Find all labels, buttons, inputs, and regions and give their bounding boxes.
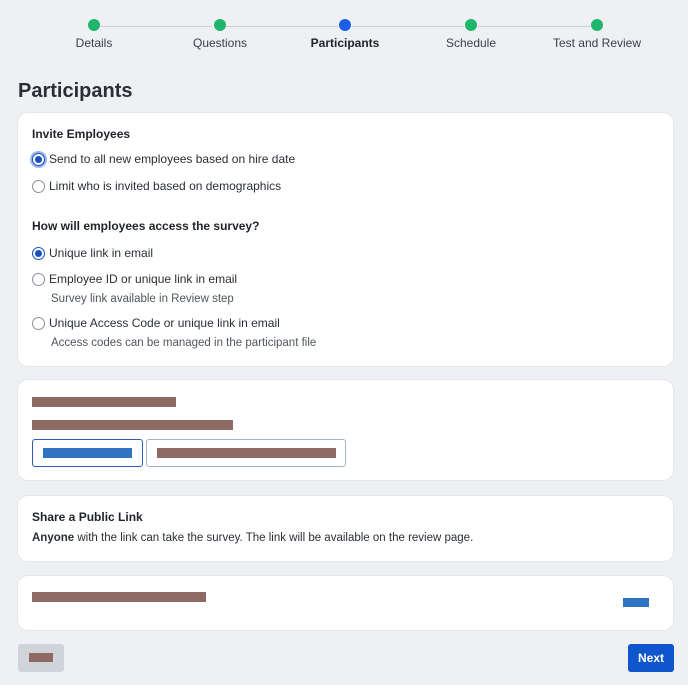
- next-button[interactable]: Next: [628, 644, 674, 672]
- redacted-label: [32, 592, 206, 602]
- radio-label: Send to all new employees based on hire …: [49, 152, 296, 166]
- step-participants[interactable]: Participants: [285, 18, 405, 50]
- redacted-button-label: [157, 448, 336, 458]
- redacted-description: [32, 420, 233, 430]
- redacted-secondary-button[interactable]: [146, 439, 346, 467]
- radio-checked-icon[interactable]: [32, 246, 45, 260]
- radio-unchecked-icon[interactable]: [32, 179, 45, 193]
- radio-label: Limit who is invited based on demographi…: [49, 179, 282, 193]
- invite-settings-card: Invite Employees Send to all new employe…: [18, 113, 673, 366]
- radio-unchecked-icon[interactable]: [32, 272, 45, 286]
- access-option-access-code[interactable]: Unique Access Code or unique link in ema…: [32, 316, 280, 330]
- invite-employees-heading: Invite Employees: [32, 127, 131, 141]
- access-option-note: Access codes can be managed in the parti…: [51, 337, 317, 349]
- redacted-button-label: [43, 448, 132, 458]
- share-emphasis: Anyone: [32, 532, 75, 544]
- step-current-icon: [339, 19, 351, 31]
- step-complete-icon: [88, 19, 100, 31]
- step-test-and-review[interactable]: Test and Review: [537, 18, 657, 50]
- step-complete-icon: [465, 19, 477, 31]
- access-option-employee-id[interactable]: Employee ID or unique link in email: [32, 272, 237, 286]
- step-complete-icon: [591, 19, 603, 31]
- step-complete-icon: [214, 19, 226, 31]
- radio-checked-icon[interactable]: [32, 152, 45, 166]
- share-public-link-heading: Share a Public Link: [32, 510, 143, 524]
- invite-option-demographics[interactable]: Limit who is invited based on demographi…: [32, 179, 281, 193]
- redacted-section-card: [18, 380, 673, 480]
- step-label: Questions: [192, 36, 248, 50]
- step-label: Participants: [310, 36, 380, 50]
- access-option-unique-link[interactable]: Unique link in email: [32, 246, 153, 260]
- step-questions[interactable]: Questions: [160, 18, 280, 50]
- radio-unchecked-icon[interactable]: [32, 316, 45, 330]
- radio-label: Unique Access Code or unique link in ema…: [49, 316, 280, 330]
- page-title: Participants: [18, 80, 133, 102]
- share-public-link-card: Share a Public Link Anyone with the link…: [18, 496, 673, 561]
- progress-stepper: Details Questions Participants Schedule …: [0, 0, 688, 60]
- step-details[interactable]: Details: [34, 18, 154, 50]
- redacted-row-card: [18, 576, 673, 630]
- survey-access-heading: How will employees access the survey?: [32, 219, 260, 233]
- redacted-link[interactable]: [623, 598, 649, 607]
- access-option-note: Survey link available in Review step: [51, 293, 234, 305]
- step-label: Schedule: [445, 36, 497, 50]
- redacted-primary-button[interactable]: [32, 439, 143, 467]
- step-label: Test and Review: [552, 36, 642, 50]
- radio-label: Employee ID or unique link in email: [49, 272, 238, 286]
- invite-option-hire-date[interactable]: Send to all new employees based on hire …: [32, 152, 295, 166]
- step-schedule[interactable]: Schedule: [411, 18, 531, 50]
- share-text: with the link can take the survey. The l…: [74, 532, 474, 544]
- back-button[interactable]: [18, 644, 64, 672]
- share-public-link-description: Anyone with the link can take the survey…: [32, 532, 473, 544]
- step-label: Details: [75, 36, 113, 50]
- radio-label: Unique link in email: [49, 246, 154, 260]
- redacted-heading: [32, 397, 176, 407]
- redacted-button-label: [29, 653, 53, 662]
